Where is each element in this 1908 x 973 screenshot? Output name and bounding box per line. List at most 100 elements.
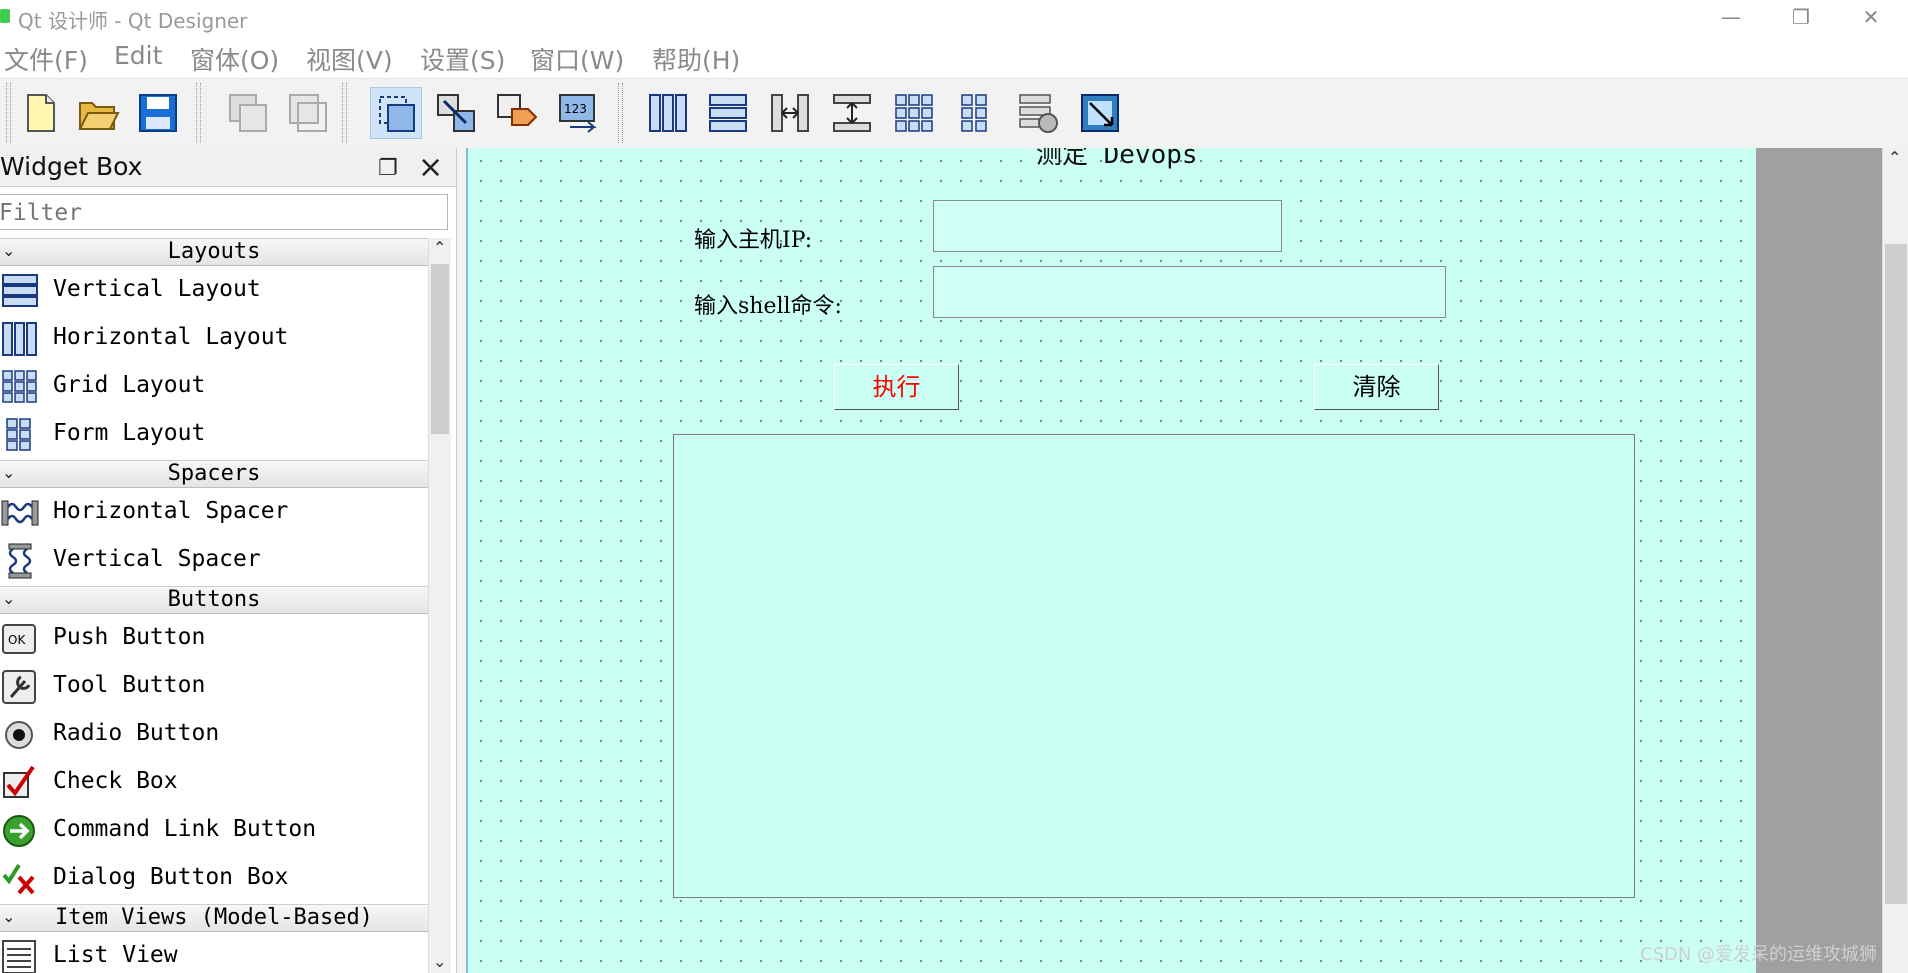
category-header[interactable]: ⌄ Layouts xyxy=(0,238,428,266)
category-header[interactable]: ⌄ Buttons xyxy=(0,586,428,614)
widget-item[interactable]: Radio Button xyxy=(0,712,428,758)
widget-item-label: Dialog Button Box xyxy=(53,864,289,890)
qt-app-icon xyxy=(0,9,10,23)
mdi-vertical-scrollbar[interactable]: ⌃ xyxy=(1882,148,1908,973)
widget-item[interactable]: Vertical Layout xyxy=(0,268,428,314)
float-dock-icon[interactable]: ❐ xyxy=(378,156,398,181)
menu-help[interactable]: 帮助(H) xyxy=(652,41,740,77)
main-toolbar: 123 xyxy=(0,78,1908,150)
host-ip-label: 输入主机IP: xyxy=(694,228,813,253)
widget-item-label: Command Link Button xyxy=(53,816,317,842)
menu-view[interactable]: 视图(V) xyxy=(306,41,393,77)
shell-command-label: 输入shell命令: xyxy=(694,294,842,319)
widget-item[interactable]: Tool Button xyxy=(0,664,428,710)
layout-vertical-icon[interactable] xyxy=(702,87,754,139)
output-text-area[interactable] xyxy=(673,434,1635,898)
scroll-thumb[interactable] xyxy=(1885,244,1907,904)
grid-layout-icon xyxy=(0,369,40,405)
widget-item-label: Horizontal Layout xyxy=(53,324,289,350)
mdi-area: 测定 Devops 输入主机IP: 输入shell命令: 执行 清除 ⌃ xyxy=(466,148,1908,973)
menu-settings[interactable]: 设置(S) xyxy=(420,41,505,77)
scroll-thumb[interactable] xyxy=(431,264,449,434)
edit-tab-order-icon[interactable]: 123 xyxy=(552,87,604,139)
tool-button-icon xyxy=(0,669,40,705)
close-button[interactable]: ✕ xyxy=(1836,0,1906,36)
widget-item[interactable]: Vertical Spacer xyxy=(0,538,428,584)
widget-item-label: Radio Button xyxy=(53,720,220,746)
break-layout-icon[interactable] xyxy=(1012,87,1064,139)
push-button-icon: OK xyxy=(0,621,40,657)
scroll-up-icon[interactable]: ⌃ xyxy=(1888,148,1901,167)
svg-text:123: 123 xyxy=(564,102,587,116)
layout-grid-icon[interactable] xyxy=(888,87,940,139)
command-link-icon xyxy=(0,813,40,849)
widget-item-label: Check Box xyxy=(53,768,178,794)
widget-item[interactable]: Grid Layout xyxy=(0,364,428,410)
widget-item-label: Grid Layout xyxy=(53,372,206,398)
category-header[interactable]: ⌄ Item Views (Model-Based) xyxy=(0,904,428,932)
watermark-text: CSDN @爱发呆的运维攻城狮 xyxy=(1640,944,1878,965)
menu-bar: 文件(F) Edit 窗体(O) 视图(V) 设置(S) 窗口(W) 帮助(H) xyxy=(0,36,1908,76)
shell-command-input[interactable] xyxy=(933,266,1446,318)
toolbar-separator xyxy=(342,83,347,143)
menu-window[interactable]: 窗口(W) xyxy=(530,41,624,77)
widget-item[interactable]: Check Box xyxy=(0,760,428,806)
widget-list-scrollbar[interactable]: ⌃ ⌄ xyxy=(428,238,451,973)
widget-item[interactable]: Form Layout xyxy=(0,412,428,458)
category-label: Layouts xyxy=(167,239,261,264)
widget-item-label: Push Button xyxy=(53,624,206,650)
form-partial-title: 测定 Devops xyxy=(1036,148,1198,170)
layout-form-icon[interactable] xyxy=(950,87,1002,139)
layout-h-splitter-icon[interactable] xyxy=(764,87,816,139)
close-dock-icon[interactable]: × xyxy=(418,150,443,185)
scroll-down-icon[interactable]: ⌄ xyxy=(433,952,446,971)
widget-item[interactable]: List View xyxy=(0,934,428,973)
adjust-size-icon[interactable] xyxy=(1074,87,1126,139)
layout-horizontal-icon[interactable] xyxy=(642,87,694,139)
host-ip-input[interactable] xyxy=(933,200,1282,252)
menu-file[interactable]: 文件(F) xyxy=(4,41,88,77)
category-header[interactable]: ⌄ Spacers xyxy=(0,460,428,488)
widget-item-label: Tool Button xyxy=(53,672,206,698)
edit-widgets-icon[interactable] xyxy=(370,87,422,139)
menu-form[interactable]: 窗体(O) xyxy=(190,41,279,77)
designer-form[interactable]: 测定 Devops 输入主机IP: 输入shell命令: 执行 清除 xyxy=(466,148,1756,973)
menu-edit[interactable]: Edit xyxy=(114,41,162,70)
new-file-icon[interactable] xyxy=(14,87,66,139)
window-title: Qt 设计师 - Qt Designer xyxy=(18,9,248,33)
radio-button-icon xyxy=(0,717,40,753)
toolbar-handle[interactable] xyxy=(6,83,11,143)
widget-box-title: Widget Box xyxy=(0,152,143,181)
toolbar-separator xyxy=(196,83,201,143)
form-layout-icon xyxy=(0,417,40,453)
open-folder-icon[interactable] xyxy=(72,87,124,139)
toolbar-separator xyxy=(618,83,623,143)
layout-v-splitter-icon[interactable] xyxy=(826,87,878,139)
widget-item[interactable]: Dialog Button Box xyxy=(0,856,428,902)
widget-item[interactable]: Horizontal Layout xyxy=(0,316,428,362)
widget-box-header: Widget Box ❐ × xyxy=(0,148,456,187)
edit-buddies-icon[interactable] xyxy=(490,87,542,139)
scroll-up-icon[interactable]: ⌃ xyxy=(433,238,446,257)
save-icon[interactable] xyxy=(132,87,184,139)
widget-item[interactable]: Horizontal Spacer xyxy=(0,490,428,536)
restore-button[interactable]: ❐ xyxy=(1766,0,1836,36)
widget-item-label: Vertical Spacer xyxy=(53,546,261,572)
copy-icon[interactable] xyxy=(222,87,274,139)
vertical-layout-icon xyxy=(0,273,40,309)
vertical-spacer-icon xyxy=(0,543,40,579)
edit-signals-slots-icon[interactable] xyxy=(430,87,482,139)
horizontal-layout-icon xyxy=(0,321,40,357)
title-bar: Qt 设计师 - Qt Designer — ❐ ✕ xyxy=(0,0,1908,36)
minimize-button[interactable]: — xyxy=(1696,0,1766,36)
widget-item[interactable]: Command Link Button xyxy=(0,808,428,854)
list-view-icon xyxy=(0,939,40,973)
widget-item-label: List View xyxy=(53,942,178,968)
check-box-icon xyxy=(0,765,40,801)
category-label: Buttons xyxy=(167,587,261,612)
widget-filter-input[interactable] xyxy=(0,194,448,230)
paste-icon[interactable] xyxy=(282,87,334,139)
clear-button[interactable]: 清除 xyxy=(1314,364,1439,410)
widget-item[interactable]: OK Push Button xyxy=(0,616,428,662)
execute-button[interactable]: 执行 xyxy=(834,364,959,410)
